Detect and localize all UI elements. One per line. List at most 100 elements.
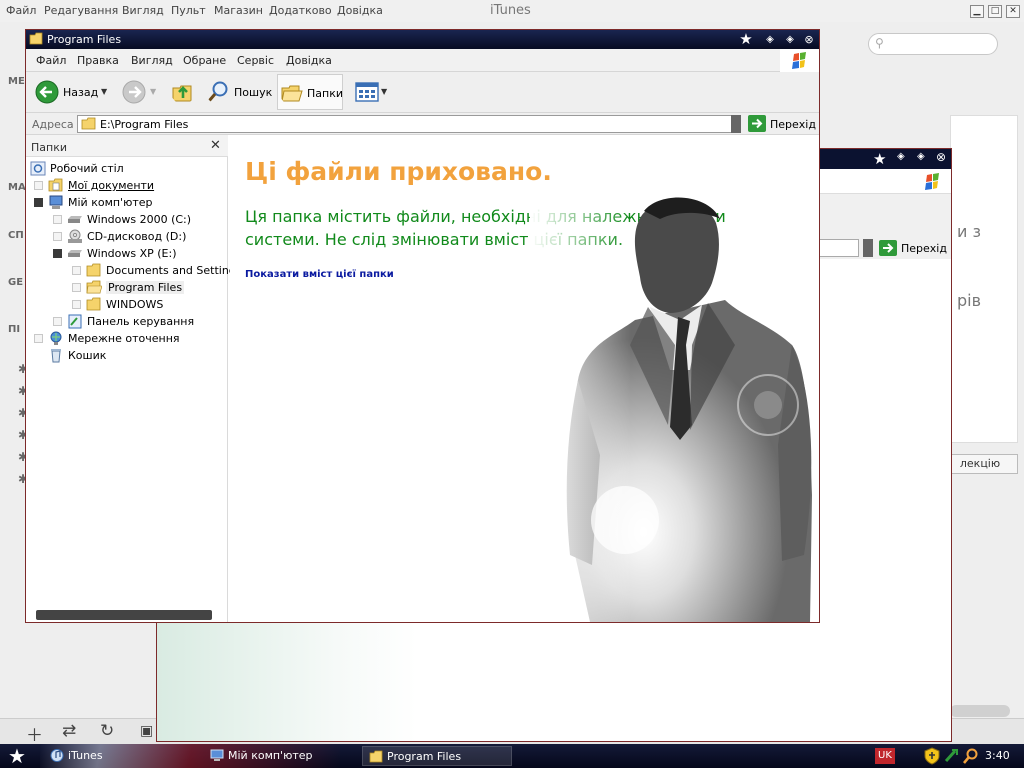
expand-toggle[interactable] (72, 300, 81, 309)
itunes-menu-controls[interactable]: Пульт (171, 4, 206, 17)
expand-toggle[interactable] (53, 317, 62, 326)
itunes-menu-store[interactable]: Магазин (214, 4, 263, 17)
expand-toggle[interactable] (53, 232, 62, 241)
address-dropdown[interactable] (731, 115, 741, 133)
menu-favorites[interactable]: Обране (183, 54, 226, 67)
folders-button[interactable]: Папки (277, 74, 343, 110)
tree-item-label: WINDOWS (106, 298, 164, 311)
itunes-menu-view[interactable]: Вигляд (122, 4, 164, 17)
star-icon: ★ (739, 30, 753, 48)
folders-label: Папки (307, 87, 343, 100)
itunes-scrollbar[interactable] (950, 705, 1010, 717)
tree-item-label: CD-дисковод (D:) (87, 230, 187, 243)
tree-item-label: Робочий стіл (50, 162, 124, 175)
artwork-icon[interactable]: ▣ (140, 723, 153, 739)
menu-file[interactable]: Файл (36, 54, 66, 67)
collapse-toggle[interactable] (34, 198, 43, 207)
itunes-search-input[interactable]: ⚲ (868, 33, 998, 55)
window2-close-button[interactable]: ⊗ (936, 150, 946, 164)
task-itunes[interactable]: iTunes (44, 746, 194, 766)
itunes-maximize-button[interactable]: □ (988, 5, 1002, 18)
itunes-menu-file[interactable]: Файл (6, 4, 36, 17)
start-button[interactable]: ★ (8, 745, 26, 767)
expand-toggle[interactable] (34, 181, 43, 190)
shuffle-icon[interactable]: ⇄ (62, 721, 76, 741)
itunes-menu-edit[interactable]: Редагування (44, 4, 118, 17)
task-label: Мій комп'ютер (228, 749, 313, 762)
address-value: E:\Program Files (100, 118, 189, 131)
itunes-sidebar-header: МЕ (8, 76, 25, 87)
show-folder-contents-link[interactable]: Показати вміст цієї папки (245, 269, 394, 280)
folders-pane-scrollbar[interactable] (36, 610, 212, 620)
itunes-collection-button[interactable]: лекцію (942, 454, 1018, 474)
forward-button[interactable]: ▼ (119, 77, 159, 107)
toolbar: Назад ▼ ▼ Пошук Папки ▼ (26, 72, 819, 113)
window2-minimize-button[interactable]: ◈ (897, 151, 905, 162)
back-label: Назад (63, 86, 99, 99)
close-icon[interactable]: ✕ (210, 138, 221, 153)
collapse-toggle[interactable] (53, 249, 62, 258)
folders-icon (281, 85, 303, 102)
views-button[interactable]: ▼ (353, 77, 389, 107)
forward-arrow-icon (122, 80, 146, 104)
my-documents-icon (48, 178, 63, 192)
chevron-down-icon[interactable]: ▼ (150, 87, 156, 96)
safely-remove-icon[interactable] (943, 747, 959, 765)
task-label: iTunes (68, 749, 103, 762)
network-icon (50, 331, 62, 345)
folder-icon (86, 297, 101, 311)
repeat-icon[interactable]: ↻ (100, 721, 114, 741)
tree-item-label: Program Files (106, 281, 185, 294)
address-field[interactable]: E:\Program Files (77, 115, 741, 133)
itunes-sidebar-header: ПІ (8, 324, 21, 335)
search-button[interactable]: Пошук (204, 77, 272, 107)
window2-address-dropdown[interactable] (863, 239, 873, 257)
up-folder-button[interactable] (169, 77, 197, 107)
search-icon[interactable] (962, 747, 978, 765)
language-indicator[interactable]: UK (875, 748, 895, 764)
folder-icon (29, 32, 43, 45)
itunes-menu-help[interactable]: Довідка (337, 4, 383, 17)
tree-item-label: Мій комп'ютер (68, 196, 153, 209)
itunes-sidebar-header: GE (8, 277, 24, 288)
menu-help[interactable]: Довідка (286, 54, 332, 67)
window2-maximize-button[interactable]: ◈ (917, 151, 925, 162)
menu-edit[interactable]: Правка (77, 54, 119, 67)
minimize-button[interactable]: ◈ (762, 32, 778, 47)
window2-go-label: Перехід (901, 242, 947, 255)
window2-content-gradient (157, 619, 951, 741)
expand-toggle[interactable] (34, 334, 43, 343)
task-my-computer[interactable]: Мій комп'ютер (204, 746, 354, 766)
go-arrow-icon (879, 240, 897, 256)
itunes-menubar: Файл Редагування Вигляд Пульт Магазин До… (0, 0, 1024, 22)
itunes-minimize-button[interactable]: ▁ (970, 5, 984, 18)
window-titlebar[interactable]: Program Files ★ ◈ ◈ ⊗ (26, 30, 819, 49)
folder-icon (86, 263, 101, 277)
chevron-down-icon[interactable]: ▼ (381, 87, 387, 96)
itunes-close-button[interactable]: ✕ (1006, 5, 1020, 18)
expand-toggle[interactable] (53, 215, 62, 224)
views-icon (355, 82, 379, 102)
folders-pane: Папки ✕ Робочий стіл Мої документи Мій к… (26, 135, 242, 622)
search-icon (207, 81, 228, 102)
maximize-button[interactable]: ◈ (782, 32, 798, 47)
back-button[interactable]: Назад ▼ (32, 77, 112, 107)
expand-toggle[interactable] (72, 283, 81, 292)
itunes-menu-advanced[interactable]: Додатково (269, 4, 332, 17)
task-program-files[interactable]: Program Files (362, 746, 512, 766)
recycle-bin-icon (51, 349, 61, 363)
star-icon: ★ (873, 150, 887, 168)
hidden-files-content: Ці файли приховано. Ця папка містить фай… (230, 135, 819, 622)
folders-pane-header: Папки ✕ (26, 135, 228, 157)
control-panel-icon (68, 314, 82, 329)
close-button[interactable]: ⊗ (801, 32, 817, 47)
expand-toggle[interactable] (72, 266, 81, 275)
tree-item-label: Мережне оточення (68, 332, 180, 345)
security-shield-icon[interactable] (924, 747, 940, 765)
go-button[interactable]: Перехід (744, 115, 818, 133)
menu-view[interactable]: Вигляд (131, 54, 173, 67)
chevron-down-icon[interactable]: ▼ (101, 87, 107, 96)
menu-tools[interactable]: Сервіс (237, 54, 274, 67)
windows-logo-icon (780, 49, 819, 72)
add-playlist-icon[interactable]: ＋ (26, 721, 43, 746)
